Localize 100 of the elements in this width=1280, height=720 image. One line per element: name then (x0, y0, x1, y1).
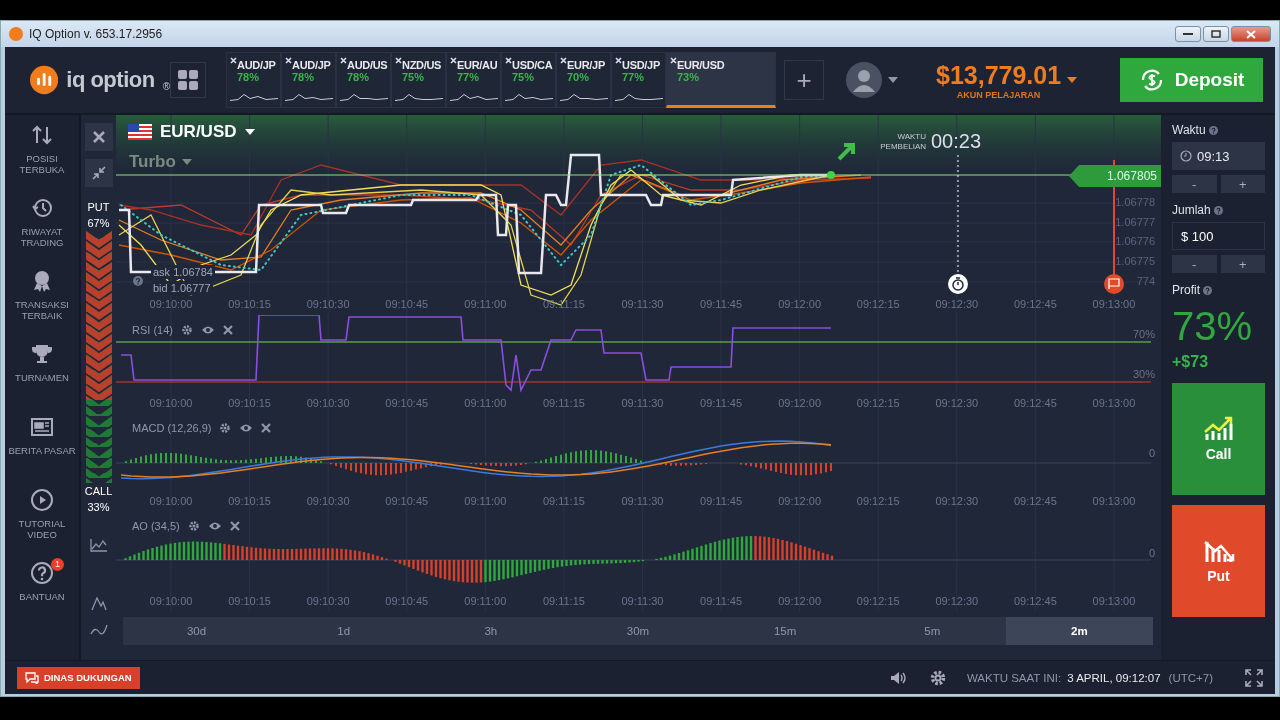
grid-button[interactable] (170, 62, 206, 98)
fullscreen-icon[interactable] (1245, 668, 1263, 687)
history-icon (30, 196, 54, 220)
time-axis-label: 09:10:30 (306, 495, 350, 507)
amount-label: Jumlah (1172, 203, 1211, 217)
time-axis-label: 09:10:30 (306, 595, 350, 607)
eye-icon[interactable] (207, 521, 222, 531)
asset-tab[interactable]: USD/JP 77% (611, 52, 666, 108)
time-axis-label: 09:11:30 (621, 397, 664, 409)
put-button[interactable]: Put (1172, 505, 1265, 617)
close-icon[interactable] (222, 325, 233, 335)
asset-tab[interactable]: EUR/USD 73% (666, 52, 776, 108)
add-tab-button[interactable]: + (784, 60, 824, 100)
time-axis-label: 09:11:00 (464, 595, 507, 607)
asset-tab[interactable]: AUD/JP 78% (281, 52, 336, 108)
time-axis-label: 09:10:00 (149, 298, 193, 310)
sidebar-item[interactable]: RIWAYAT TRADING (5, 196, 79, 263)
time-axis-label: 09:11:15 (542, 397, 585, 409)
time-axis-label: 09:12:45 (1013, 397, 1057, 409)
time-axis-label: 09:12:30 (935, 298, 979, 310)
amount-field[interactable]: $ 100 (1172, 222, 1265, 250)
settings-icon[interactable] (187, 520, 200, 532)
asset-tab[interactable]: AUD/JP 78% (226, 52, 281, 108)
time-axis-label: 09:12:30 (935, 595, 979, 607)
up-arrow-icon (837, 143, 855, 161)
put-label: PUT (87, 200, 110, 215)
maximize-button[interactable] (1203, 26, 1229, 42)
time-label: Waktu (1172, 123, 1206, 137)
timeframe-tab[interactable]: 3h (417, 617, 565, 645)
bid-price: bid 1.06777 (151, 281, 213, 295)
put-percentage: 67% (87, 216, 110, 231)
time-axis-label: 09:11:30 (621, 298, 664, 310)
indicator-icon[interactable] (88, 595, 109, 611)
time-axis-label: 09:10:45 (385, 397, 429, 409)
sidebar-item[interactable]: POSISI TERBUKA (5, 123, 79, 190)
eye-icon[interactable] (200, 325, 215, 335)
sidebar-item[interactable]: TUTORIAL VIDEO (5, 488, 79, 555)
sidebar-item[interactable]: TURNAMEN (5, 342, 79, 409)
current-time-label: WAKTU SAAT INI: (966, 671, 1062, 684)
settings-icon[interactable] (928, 668, 947, 687)
stopwatch-icon (948, 274, 968, 294)
close-chart-button[interactable] (84, 123, 113, 151)
decrease-button[interactable]: - (1172, 255, 1217, 273)
minimize-button[interactable] (1175, 26, 1201, 42)
collapse-button[interactable] (84, 159, 113, 187)
time-axis-label: 09:13:00 (1092, 495, 1136, 507)
time-axis-label: 09:10:15 (228, 495, 271, 507)
rising-chart-icon (1202, 416, 1235, 442)
trophy-icon (30, 342, 54, 366)
timeframe-tab[interactable]: 5m (858, 617, 1006, 645)
help-icon[interactable] (1213, 205, 1223, 215)
asset-tab[interactable]: USD/CA 75% (501, 52, 556, 108)
caret-icon[interactable] (1067, 77, 1078, 83)
timeframe-tab[interactable]: 2m (1005, 617, 1153, 645)
price-axis-label: 1.06778 (1115, 196, 1155, 208)
asset-tab[interactable]: EUR/JP 70% (556, 52, 611, 108)
avatar-icon[interactable] (846, 62, 882, 98)
current-time: 3 APRIL, 09:12:07 (1067, 671, 1161, 684)
time-axis-label: 09:12:00 (778, 595, 822, 607)
time-axis-label: 09:12:15 (856, 595, 900, 607)
increase-button[interactable]: + (1220, 255, 1265, 273)
help-icon (30, 561, 54, 585)
registered-mark: ® (162, 81, 170, 92)
expiry-time-field[interactable]: 09:13 (1172, 142, 1265, 170)
asset-tab[interactable]: EUR/AU 77% (446, 52, 501, 108)
asset-tab[interactable]: NZD/US 75% (391, 52, 446, 108)
mode-selector[interactable]: Turbo (129, 152, 192, 172)
time-axis-label: 09:12:00 (778, 397, 822, 409)
sidebar-item[interactable]: TRANSAKSI TERBAIK (5, 269, 79, 336)
close-button[interactable] (1231, 26, 1271, 42)
sidebar-item[interactable]: BANTUAN 1 (5, 561, 79, 628)
close-icon[interactable] (229, 521, 240, 531)
settings-icon[interactable] (180, 324, 193, 336)
logo-text: iq option (66, 67, 155, 93)
asset-selector[interactable]: EUR/USD (128, 122, 255, 142)
balance: $13,779.01 (936, 60, 1062, 90)
call-button[interactable]: Call (1172, 383, 1265, 495)
timeframe-tab[interactable]: 1d (270, 617, 418, 645)
timeframe-tab[interactable]: 30m (564, 617, 712, 645)
timeframe-tab[interactable]: 15m (711, 617, 859, 645)
sidebar-item[interactable]: BERITA PASAR (5, 415, 79, 482)
help-icon[interactable] (1203, 285, 1212, 295)
play-icon (30, 488, 54, 512)
close-icon[interactable] (261, 423, 272, 433)
asset-tab[interactable]: AUD/US 78% (336, 52, 391, 108)
caret-icon[interactable] (888, 77, 898, 83)
eye-icon[interactable] (239, 423, 254, 433)
increase-button[interactable]: + (1220, 175, 1265, 193)
help-icon[interactable] (133, 276, 143, 286)
support-button[interactable]: DINAS DUKUNGAN (17, 666, 140, 689)
decrease-button[interactable]: - (1172, 175, 1217, 193)
purchase-time-label: WAKTU PEMBELIAN (879, 132, 926, 152)
time-axis-label: 09:10:00 (149, 397, 193, 409)
logo-icon (30, 65, 59, 95)
settings-icon[interactable] (219, 422, 232, 434)
timeframe-tab[interactable]: 30d (123, 617, 271, 645)
time-axis-label: 09:10:45 (385, 298, 429, 310)
app-icon (9, 27, 23, 41)
help-icon[interactable] (1208, 125, 1218, 135)
area-chart-icon[interactable] (88, 537, 109, 553)
